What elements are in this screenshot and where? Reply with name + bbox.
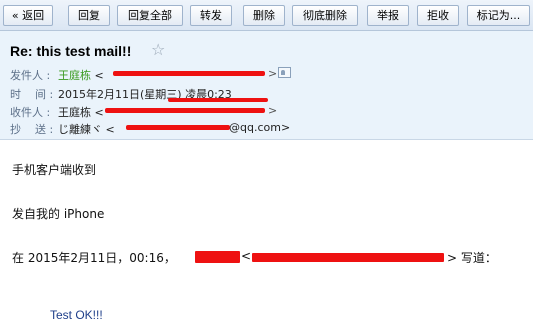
from-bracket-open: < [94,69,104,82]
redacted-cc-address [126,125,230,130]
body-line-2: 发自我的 iPhone [12,207,105,221]
delete-permanently-button[interactable]: 彻底删除 [292,5,358,26]
cc-label: 抄 送 : [10,123,54,136]
quote-header: 在 2015年2月11日，00:16， [12,249,176,266]
mail-subject: Re: this test mail!! [10,43,132,59]
to-bracket-open: < [94,106,104,119]
cc-bracket-open: < [105,123,115,136]
from-value[interactable]: 王庭栋 < [58,67,104,83]
to-name[interactable]: 王庭栋 [58,106,91,119]
to-value[interactable]: 王庭栋 < [58,104,104,120]
time-label: 时 间 : [10,88,54,101]
mail-body: 手机客户端收到 发自我的 iPhone 在 2015年2月11日，00:16， … [0,141,533,336]
redaction-mark [168,98,268,102]
from-bracket-close: > [268,67,278,80]
star-icon[interactable]: ☆ [151,40,165,59]
quote-suffix: > 写道： [447,251,497,265]
quoted-text: Test OK!!! [50,308,103,322]
mail-toolbar: « 返回 回复 回复全部 转发 删除 彻底删除 举报 拒收 标记为... [0,0,533,31]
body-line-1: 手机客户端收到 [12,163,97,177]
cc-value[interactable]: じ離練ヾ < [58,121,115,137]
quote-bracket-open: < [241,249,252,263]
reply-all-button[interactable]: 回复全部 [117,5,183,26]
from-name[interactable]: 王庭栋 [58,69,91,82]
forward-button[interactable]: 转发 [190,5,232,26]
mark-as-button[interactable]: 标记为... [467,5,530,26]
quote-prefix: 在 2015年2月11日，00:16， [12,251,176,265]
to-label: 收件人 : [10,106,51,119]
from-label: 发件人 : [10,69,51,82]
add-contact-icon[interactable] [278,67,291,78]
cc-name[interactable]: じ離練ヾ [58,123,102,136]
redacted-to-address [105,108,265,113]
redacted-from-address [113,71,265,76]
report-button[interactable]: 举报 [367,5,409,26]
back-button[interactable]: « 返回 [3,5,53,26]
cc-domain: @qq.com> [229,121,291,134]
reply-button[interactable]: 回复 [68,5,110,26]
redacted-quote-name [195,251,240,263]
mail-header: Re: this test mail!! ☆ 发件人 : 王庭栋 < > 时 间… [0,31,533,140]
redacted-quote-address [252,253,444,262]
delete-button[interactable]: 删除 [243,5,285,26]
to-bracket-close: > [268,104,278,117]
reject-button[interactable]: 拒收 [417,5,459,26]
